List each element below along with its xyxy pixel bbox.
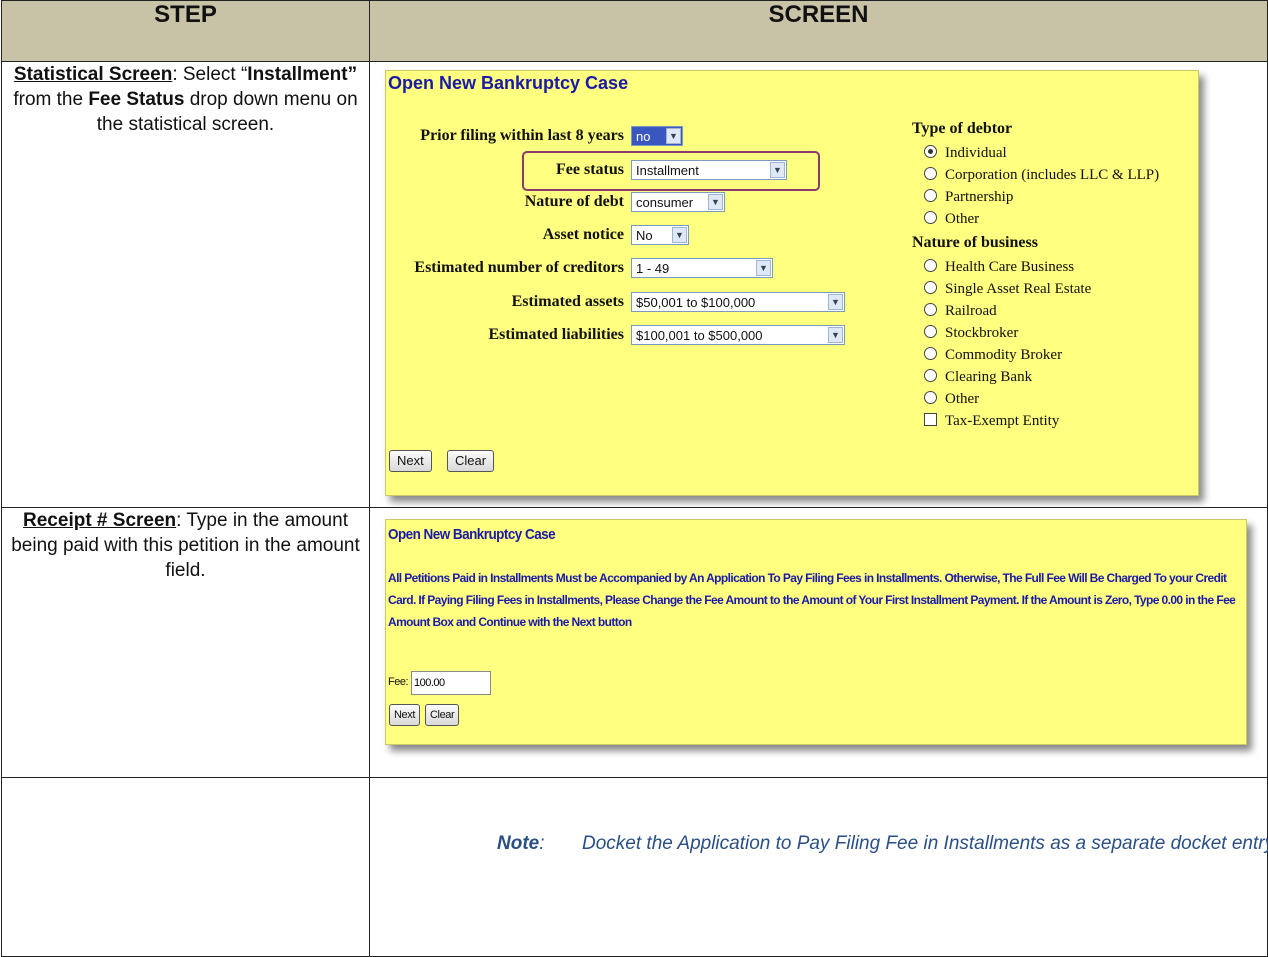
chevron-down-icon: ▼	[672, 227, 687, 243]
screen-title: Open New Bankruptcy Case	[388, 73, 629, 93]
business-option[interactable]: Stockbroker	[924, 325, 1018, 342]
option-label: Commodity Broker	[945, 347, 1063, 363]
prior-filing-label: Prior filing within last 8 years	[420, 127, 624, 144]
fee-status-label: Fee status	[556, 161, 624, 178]
radio-icon	[924, 391, 937, 404]
note-label-text: Note	[497, 833, 540, 854]
radio-icon	[924, 303, 937, 316]
fee-status-select[interactable]: Installment ▼	[631, 160, 787, 180]
option-label: Railroad	[945, 303, 997, 319]
option-label: Single Asset Real Estate	[945, 281, 1092, 297]
option-label: Other	[945, 391, 980, 407]
chevron-down-icon: ▼	[770, 162, 785, 178]
debtor-option[interactable]: Corporation (includes LLC & LLP)	[924, 167, 1159, 184]
radio-icon	[924, 189, 937, 202]
tax-exempt-checkbox[interactable]: Tax-Exempt Entity	[924, 413, 1059, 430]
select-value: 1 - 49	[636, 261, 670, 276]
note-cell: Note: Docket the Application to Pay Fili…	[369, 777, 1268, 957]
creditors-select[interactable]: 1 - 49 ▼	[631, 258, 773, 278]
next-button[interactable]: Next	[389, 450, 432, 472]
asset-notice-label: Asset notice	[542, 226, 624, 243]
clear-button[interactable]: Clear	[447, 450, 495, 472]
screen-title: Open New Bankruptcy Case	[388, 526, 556, 543]
radio-icon	[924, 369, 937, 382]
radio-icon	[924, 259, 937, 272]
business-option[interactable]: Single Asset Real Estate	[924, 281, 1091, 298]
step-cell-empty	[1, 777, 370, 957]
step-cell-statistical: Statistical Screen: Select “Installment”…	[1, 61, 370, 508]
note-label: Note:	[497, 830, 545, 858]
liabilities-select[interactable]: $100,001 to $500,000 ▼	[631, 325, 845, 345]
radio-icon	[924, 347, 937, 360]
creditors-label: Estimated number of creditors	[414, 259, 624, 276]
liabilities-label: Estimated liabilities	[488, 326, 624, 343]
screen-cell-receipt: Open New Bankruptcy Case All Petitions P…	[369, 507, 1268, 778]
prior-filing-select[interactable]: no ▼	[631, 126, 683, 146]
note-colon: :	[539, 833, 545, 854]
option-label: Corporation (includes LLC & LLP)	[945, 167, 1160, 183]
step-title: Statistical Screen	[13, 64, 173, 85]
select-value: $100,001 to $500,000	[636, 328, 763, 343]
radio-icon	[924, 167, 937, 180]
next-button[interactable]: Next	[389, 704, 421, 726]
chevron-down-icon: ▼	[666, 128, 681, 144]
select-value: consumer	[636, 195, 694, 210]
option-label: Individual	[945, 145, 1007, 161]
select-value: Installment	[636, 163, 699, 178]
chevron-down-icon: ▼	[708, 194, 723, 210]
radio-icon	[924, 211, 937, 224]
select-value: $50,001 to $100,000	[636, 295, 756, 310]
business-option[interactable]: Health Care Business	[924, 259, 1074, 276]
step-cell-receipt: Receipt # Screen: Type in the amount bei…	[1, 507, 370, 778]
option-label: Clearing Bank	[945, 369, 1033, 385]
option-label: Stockbroker	[945, 325, 1019, 341]
fee-input[interactable]: 100.00	[411, 671, 491, 695]
business-heading: Nature of business	[912, 234, 1038, 251]
radio-icon	[924, 281, 937, 294]
chevron-down-icon: ▼	[828, 327, 843, 343]
radio-selected-icon	[924, 145, 937, 158]
screen-cell-statistical: Open New Bankruptcy Case Prior filing wi…	[369, 61, 1268, 508]
statistical-screenshot: Open New Bankruptcy Case Prior filing wi…	[385, 70, 1199, 496]
business-option[interactable]: Railroad	[924, 303, 997, 320]
option-label: Health Care Business	[945, 259, 1075, 275]
nature-of-debt-select[interactable]: consumer ▼	[631, 192, 725, 212]
debtor-type-heading: Type of debtor	[912, 120, 1013, 137]
step-bold: Installment”	[247, 64, 358, 85]
assets-select[interactable]: $50,001 to $100,000 ▼	[631, 292, 845, 312]
option-label: Tax-Exempt Entity	[945, 413, 1060, 429]
debtor-option[interactable]: Other	[924, 211, 979, 228]
radio-icon	[924, 325, 937, 338]
step-title: Receipt # Screen	[23, 510, 177, 531]
business-option[interactable]: Other	[924, 391, 979, 408]
nature-of-debt-label: Nature of debt	[524, 193, 624, 210]
chevron-down-icon: ▼	[828, 294, 843, 310]
receipt-screenshot: Open New Bankruptcy Case All Petitions P…	[385, 519, 1247, 745]
business-option[interactable]: Commodity Broker	[924, 347, 1062, 364]
installment-notice: All Petitions Paid in Installments Must …	[388, 571, 1236, 629]
option-label: Partnership	[945, 189, 1014, 205]
header-step: STEP	[1, 0, 370, 62]
select-value: no	[636, 129, 651, 144]
step-bold: Fee Status	[88, 89, 185, 110]
chevron-down-icon: ▼	[756, 260, 771, 276]
checkbox-icon	[924, 413, 937, 426]
clear-button[interactable]: Clear	[425, 704, 460, 726]
select-value: No	[636, 228, 653, 243]
business-option[interactable]: Clearing Bank	[924, 369, 1032, 386]
option-label: Other	[945, 211, 980, 227]
debtor-option[interactable]: Individual	[924, 145, 1007, 162]
header-screen: SCREEN	[369, 0, 1268, 62]
step-text: : Select “	[172, 64, 248, 85]
debtor-option[interactable]: Partnership	[924, 189, 1013, 206]
instruction-table: STEP SCREEN Statistical Screen: Select “…	[1, 0, 1268, 957]
step-text: from the	[13, 89, 89, 110]
assets-label: Estimated assets	[511, 293, 624, 310]
asset-notice-select[interactable]: No ▼	[631, 225, 689, 245]
note-text: Docket the Application to Pay Filing Fee…	[582, 833, 1268, 854]
